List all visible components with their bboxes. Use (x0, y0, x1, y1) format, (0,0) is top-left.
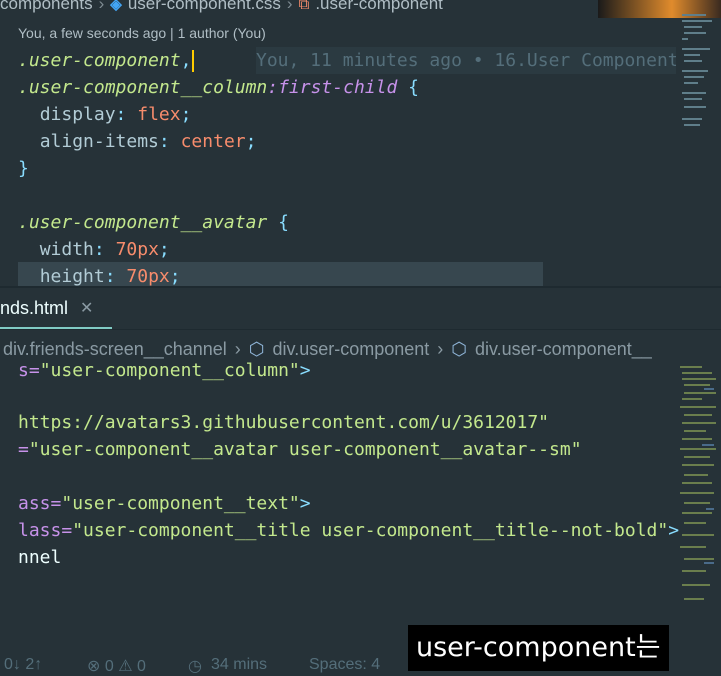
css-file-icon: ◈ (110, 0, 122, 13)
indentation-setting[interactable]: Spaces: 4 (309, 656, 380, 674)
breadcrumb-item[interactable]: div.user-component__ (475, 339, 652, 360)
code-line[interactable]: .user-component, (18, 47, 191, 74)
code-line[interactable]: s="user-component__column"> (18, 357, 311, 384)
session-time[interactable]: 34 mins (211, 656, 267, 674)
breadcrumb-top: components › ◈ user-component.css › ⧉ .u… (0, 0, 443, 16)
code-line[interactable]: nnel (18, 544, 61, 571)
code-line[interactable]: ="user-component__avatar user-component_… (18, 436, 582, 463)
element-cube-icon: ⬡ (451, 338, 467, 359)
chevron-right-icon: › (286, 0, 293, 13)
text-cursor (192, 50, 194, 72)
video-subtitle: user-component는 (408, 625, 669, 671)
chevron-right-icon: › (98, 0, 105, 13)
tab-bar-border (0, 329, 721, 330)
clock-icon: ◷ (188, 658, 202, 675)
breadcrumb-file[interactable]: user-component.css (128, 0, 281, 14)
code-line[interactable]: width: 70px; (18, 236, 170, 263)
tab-friends-html[interactable]: nds.html ✕ (0, 288, 93, 328)
breadcrumb-symbol[interactable]: .user-component (315, 0, 443, 14)
chevron-right-icon: › (437, 338, 444, 359)
code-line[interactable]: lass="user-component__title user-compone… (18, 517, 679, 544)
code-line[interactable]: ass="user-component__text"> (18, 490, 311, 517)
code-line[interactable]: } (18, 155, 29, 182)
problems-indicator[interactable]: ⊗ 0 ⚠ 0 (87, 656, 146, 676)
code-line[interactable]: align-items: center; (18, 128, 257, 155)
minimap-bottom[interactable] (676, 362, 721, 617)
code-line[interactable]: .user-component__column:first-child { (18, 74, 419, 101)
sync-status[interactable]: 0↓ 2↑ (4, 656, 42, 674)
tab-bar (0, 288, 721, 328)
code-line[interactable]: display: flex; (18, 101, 192, 128)
class-symbol-icon: ⧉ (298, 0, 310, 13)
minimap-top[interactable] (678, 10, 721, 130)
code-line[interactable]: .user-component__avatar { (18, 209, 289, 236)
top-editor-pane: components › ◈ user-component.css › ⧉ .u… (0, 0, 721, 288)
codelens-authors[interactable]: You, a few seconds ago | 1 author (You) (18, 25, 266, 41)
git-blame-annotation: You, 11 minutes ago • 16.User Component (256, 47, 676, 74)
code-line[interactable]: https://avatars3.githubusercontent.com/u… (18, 409, 549, 436)
breadcrumb-folder[interactable]: components (0, 0, 93, 14)
code-line[interactable]: height: 70px; (18, 263, 181, 288)
close-icon[interactable]: ✕ (80, 298, 93, 318)
tab-label: nds.html (0, 297, 69, 318)
